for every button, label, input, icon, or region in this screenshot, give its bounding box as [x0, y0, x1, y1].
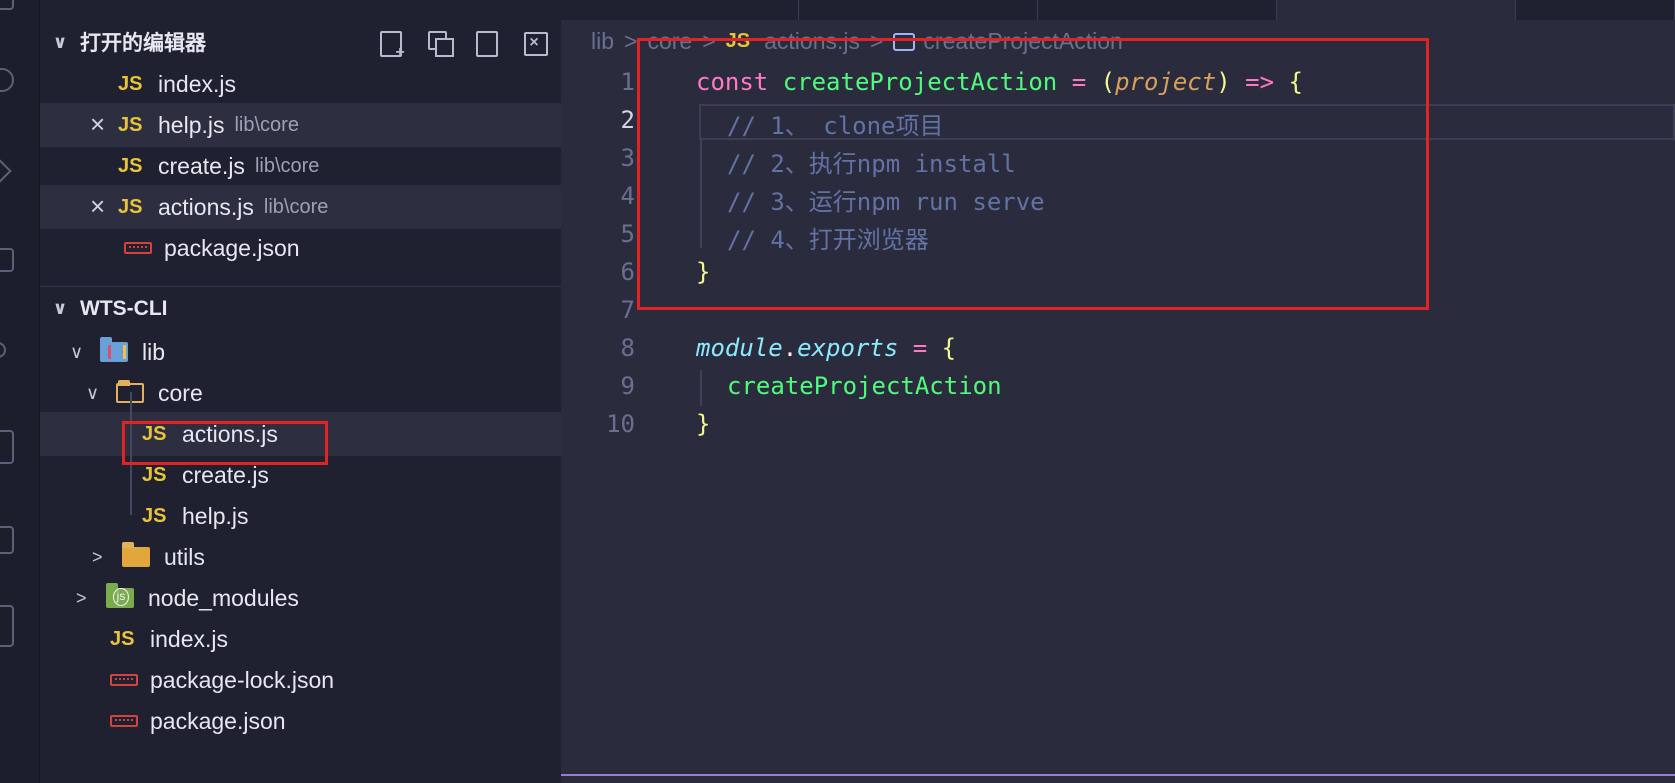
- chevron-right-icon: >: [76, 587, 87, 608]
- tree-item-label: index.js: [150, 625, 228, 652]
- open-editor-name: index.js: [158, 70, 236, 97]
- chevron-down-icon: ∨: [70, 341, 84, 362]
- line-number: 5: [620, 220, 635, 248]
- chevron-down-icon: ∨: [52, 31, 68, 52]
- editor-tab[interactable]: [1038, 0, 1277, 20]
- editor-tab[interactable]: [799, 0, 1038, 20]
- js-file-icon: JS: [142, 504, 167, 527]
- save-all-icon[interactable]: [471, 28, 501, 57]
- editor: lib > core > JS actions.js > createProje…: [561, 0, 1675, 783]
- tree-file-index[interactable]: JS index.js: [40, 617, 561, 661]
- open-editor-name: package.json: [164, 234, 300, 261]
- open-editor-name: create.js: [158, 152, 245, 179]
- open-editor-path: lib\core: [263, 195, 329, 218]
- close-icon[interactable]: ×: [90, 109, 105, 140]
- open-editor-item[interactable]: JS index.js: [40, 62, 561, 106]
- activity-bar: [0, 0, 40, 783]
- tree-item-label: package-lock.json: [150, 666, 335, 693]
- code-line[interactable]: 10 }: [561, 406, 1675, 444]
- open-editor-name: actions.js: [158, 193, 254, 220]
- code-line[interactable]: 9 createProjectAction: [561, 368, 1675, 406]
- open-editors-title: 打开的编辑器: [80, 32, 206, 55]
- line-number: 2: [620, 106, 635, 134]
- folder-lib-icon: [100, 337, 128, 362]
- editor-tab-active[interactable]: [1277, 0, 1516, 20]
- js-file-icon: JS: [118, 72, 143, 95]
- line-number: 1: [620, 68, 635, 96]
- line-number: 7: [620, 296, 635, 324]
- tree-folder-utils[interactable]: > utils: [40, 535, 561, 579]
- js-file-icon: JS: [110, 627, 135, 650]
- close-all-icon[interactable]: ×: [519, 28, 549, 56]
- panel-border: [561, 774, 1675, 776]
- line-number: 4: [620, 182, 635, 210]
- folder-utils-icon: [122, 542, 150, 567]
- chevron-right-icon: >: [92, 546, 103, 567]
- json-file-icon: [110, 715, 138, 727]
- open-editor-path: lib\core: [254, 154, 320, 177]
- tree-file-package-lock[interactable]: package-lock.json: [40, 658, 561, 702]
- js-file-icon: JS: [118, 195, 143, 218]
- open-editor-item[interactable]: JS create.js lib\core: [40, 144, 561, 188]
- line-number: 3: [620, 144, 635, 172]
- tree-item-label: help.js: [182, 502, 249, 529]
- tree-item-label: lib: [142, 338, 166, 365]
- tree-item-label: create.js: [182, 461, 269, 488]
- new-window-icon[interactable]: [423, 28, 454, 57]
- line-number: 10: [606, 410, 635, 438]
- js-file-icon: JS: [118, 154, 143, 177]
- editor-tab[interactable]: [561, 0, 799, 20]
- document-icon[interactable]: [0, 605, 14, 647]
- chevron-right-icon: >: [624, 28, 638, 54]
- highlight-box-code: [637, 38, 1429, 310]
- js-file-icon: JS: [118, 113, 143, 136]
- code-token: createProjectAction: [727, 372, 1002, 400]
- open-editor-path: lib\core: [234, 113, 299, 136]
- open-editor-name: help.js: [158, 111, 225, 138]
- code-token: }: [696, 410, 711, 438]
- highlight-box-tree: [122, 421, 328, 465]
- tree-folder-lib[interactable]: ∨ lib: [40, 330, 561, 374]
- json-file-icon: [110, 674, 138, 686]
- tree-folder-node-modules[interactable]: > node_modules: [40, 576, 561, 620]
- open-editor-item[interactable]: package.json: [40, 226, 561, 270]
- line-number: 9: [620, 372, 635, 400]
- open-editors-header[interactable]: ∨ 打开的编辑器 + ×: [40, 20, 561, 64]
- tree-item-label: utils: [164, 543, 205, 570]
- chevron-down-icon: ∨: [52, 298, 68, 318]
- tree-file-help[interactable]: JS help.js: [40, 494, 561, 538]
- line-number: 8: [620, 334, 635, 362]
- run-debug-icon[interactable]: [0, 158, 12, 184]
- tree-item-label: core: [158, 379, 203, 406]
- sidebar: ∨ 打开的编辑器 + × JS index.js × JS help.js li…: [40, 0, 561, 783]
- json-file-icon: [124, 242, 152, 254]
- js-file-icon: JS: [142, 463, 167, 486]
- open-editor-item[interactable]: × JS help.js lib\core: [40, 103, 561, 147]
- testing-icon[interactable]: [0, 430, 14, 464]
- tree-item-label: package.json: [150, 707, 286, 734]
- code-line[interactable]: 8 module.exports = {: [561, 330, 1675, 368]
- chevron-down-icon: ∨: [86, 382, 100, 403]
- breadcrumb-item[interactable]: lib: [591, 28, 614, 55]
- tree-item-label: node_modules: [148, 584, 299, 611]
- line-number: 6: [620, 258, 635, 286]
- open-editor-item[interactable]: × JS actions.js lib\core: [40, 185, 561, 229]
- close-icon[interactable]: ×: [90, 191, 105, 222]
- tab-bar: [561, 0, 1675, 20]
- remote-icon[interactable]: [0, 342, 6, 358]
- explorer-header[interactable]: ∨ WTS-CLI: [40, 286, 561, 330]
- new-file-icon[interactable]: +: [375, 28, 405, 61]
- folder-node-icon: [106, 583, 134, 608]
- workspace-title: WTS-CLI: [80, 296, 168, 320]
- editor-tab[interactable]: [1516, 0, 1675, 20]
- tree-folder-core[interactable]: ∨ core: [40, 371, 561, 415]
- explorer-icon[interactable]: [0, 0, 14, 10]
- book-icon[interactable]: [0, 526, 14, 554]
- search-icon[interactable]: [0, 68, 14, 92]
- extensions-icon[interactable]: [0, 248, 14, 272]
- tree-file-package[interactable]: package.json: [40, 699, 561, 743]
- open-editors-actions: + ×: [375, 28, 549, 61]
